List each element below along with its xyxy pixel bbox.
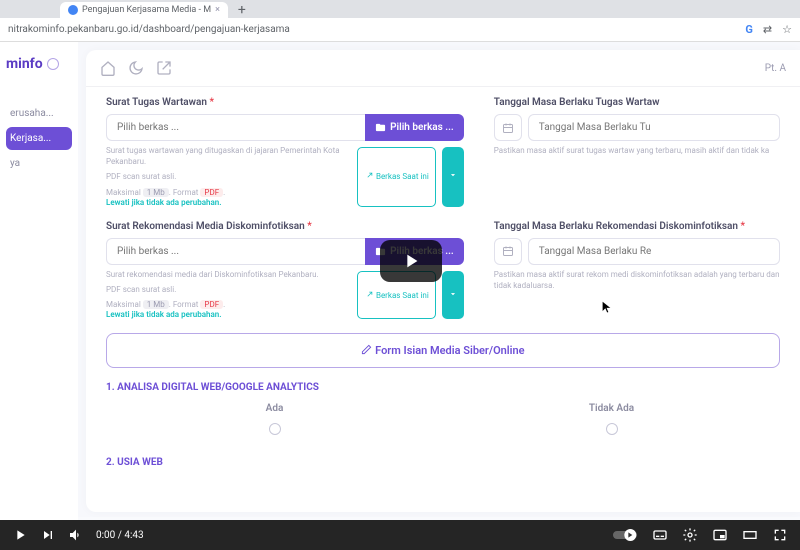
tab-previous[interactable]: [40, 12, 56, 18]
tab-title: Pengajuan Kerjasama Media - M: [82, 5, 211, 15]
brand-text: minfo: [6, 56, 43, 72]
settings-icon[interactable]: [682, 527, 698, 543]
theater-icon[interactable]: [742, 527, 758, 543]
help-stw-1: Surat tugas wartawan yang ditugaskan di …: [106, 145, 349, 167]
download-srmd-button[interactable]: [442, 271, 464, 320]
section-1-heading: 1. ANALISA DIGITAL WEB/GOOGLE ANALYTICS: [106, 382, 780, 393]
current-file-stw-button[interactable]: Berkas Saat ini: [357, 147, 436, 207]
help-srmd-2: PDF scan surat asli.: [106, 284, 349, 295]
captions-icon[interactable]: [652, 527, 668, 543]
calendar-icon[interactable]: [494, 114, 522, 141]
date-input-stw[interactable]: [528, 114, 780, 141]
help-stw-2: PDF scan surat asli.: [106, 171, 349, 182]
file-input-stw[interactable]: [106, 114, 365, 141]
sidebar-item-kerjasama[interactable]: Kerjasa...: [6, 127, 72, 150]
tab-active[interactable]: Pengajuan Kerjasama Media - M ×: [60, 2, 228, 18]
radio-tidak[interactable]: [606, 423, 618, 435]
form-banner[interactable]: Form Isian Media Siber/Online: [106, 333, 780, 368]
miniplayer-icon[interactable]: [712, 527, 728, 543]
download-icon: [448, 170, 458, 180]
skip-link-stw[interactable]: Lewati jika tidak ada perubahan.: [106, 198, 349, 207]
label-srmd-date: Tanggal Masa Berlaku Rekomendasi Diskomi…: [494, 221, 780, 232]
volume-icon[interactable]: [68, 527, 84, 543]
main-panel: Pt. A Surat Tugas Wartawan * Pilih berka…: [86, 50, 800, 512]
video-play-button[interactable]: [380, 240, 442, 282]
label-stw: Surat Tugas Wartawan *: [106, 97, 464, 108]
url-bar[interactable]: nitrakominfo.pekanbaru.go.id/dashboard/p…: [0, 18, 800, 42]
sidebar: minfo erusaha... Kerjasa... ya: [0, 42, 78, 520]
close-icon[interactable]: ×: [215, 5, 220, 15]
download-icon: [448, 289, 458, 299]
fullscreen-icon[interactable]: [772, 527, 788, 543]
form-content: Surat Tugas Wartawan * Pilih berkas ... …: [86, 87, 800, 511]
label-stw-date: Tanggal Masa Berlaku Tugas Wartaw: [494, 97, 780, 108]
sidebar-item-perusahaan[interactable]: erusaha...: [6, 102, 72, 125]
sidebar-item-other[interactable]: ya: [6, 152, 72, 175]
radio-ada[interactable]: [269, 423, 281, 435]
calendar-icon[interactable]: [494, 238, 522, 265]
play-icon[interactable]: [12, 527, 28, 543]
new-tab-button[interactable]: +: [232, 2, 252, 18]
choose-file-stw-button[interactable]: Pilih berkas ...: [365, 114, 464, 141]
skip-link-srmd[interactable]: Lewati jika tidak ada perubahan.: [106, 310, 349, 319]
gear-icon: [47, 58, 59, 70]
download-stw-button[interactable]: [442, 147, 464, 207]
bookmark-icon[interactable]: ☆: [782, 23, 792, 36]
company-name: Pt. A: [765, 63, 786, 74]
moon-icon[interactable]: [128, 60, 144, 76]
autoplay-toggle-icon[interactable]: [612, 527, 638, 543]
translate-icon[interactable]: ⇄: [763, 23, 772, 36]
play-icon: [400, 250, 422, 272]
next-icon[interactable]: [40, 527, 56, 543]
help-srmd-date: Pastikan masa aktif surat rekom medi dis…: [494, 269, 780, 291]
edit-icon: [361, 344, 372, 355]
link-icon: [364, 172, 373, 181]
video-controls: 0:00 / 4:43: [0, 520, 800, 550]
home-icon[interactable]: [100, 60, 116, 76]
help-stw-date: Pastikan masa aktif surat tugas wartaw y…: [494, 145, 780, 156]
video-time: 0:00 / 4:43: [96, 530, 144, 541]
file-input-srmd[interactable]: [106, 238, 365, 265]
favicon-icon: [68, 5, 78, 15]
cursor-icon: [600, 300, 614, 314]
option-tidak-label: Tidak Ada: [443, 403, 780, 414]
browser-tabs: Pengajuan Kerjasama Media - M × +: [0, 0, 800, 18]
label-srmd: Surat Rekomendasi Media Diskominfotiksan…: [106, 221, 464, 232]
link-icon: [364, 291, 373, 300]
folder-icon: [375, 122, 386, 133]
url-text: nitrakominfo.pekanbaru.go.id/dashboard/p…: [8, 24, 290, 35]
google-icon[interactable]: G: [745, 23, 753, 36]
topbar: Pt. A: [86, 50, 800, 87]
help-srmd-1: Surat rekomendasi media dari Diskominfot…: [106, 269, 349, 280]
date-input-srmd[interactable]: [528, 238, 780, 265]
section-2-heading: 2. USIA WEB: [106, 457, 780, 468]
option-ada-label: Ada: [106, 403, 443, 414]
external-link-icon[interactable]: [156, 60, 172, 76]
brand-logo[interactable]: minfo: [6, 56, 72, 72]
